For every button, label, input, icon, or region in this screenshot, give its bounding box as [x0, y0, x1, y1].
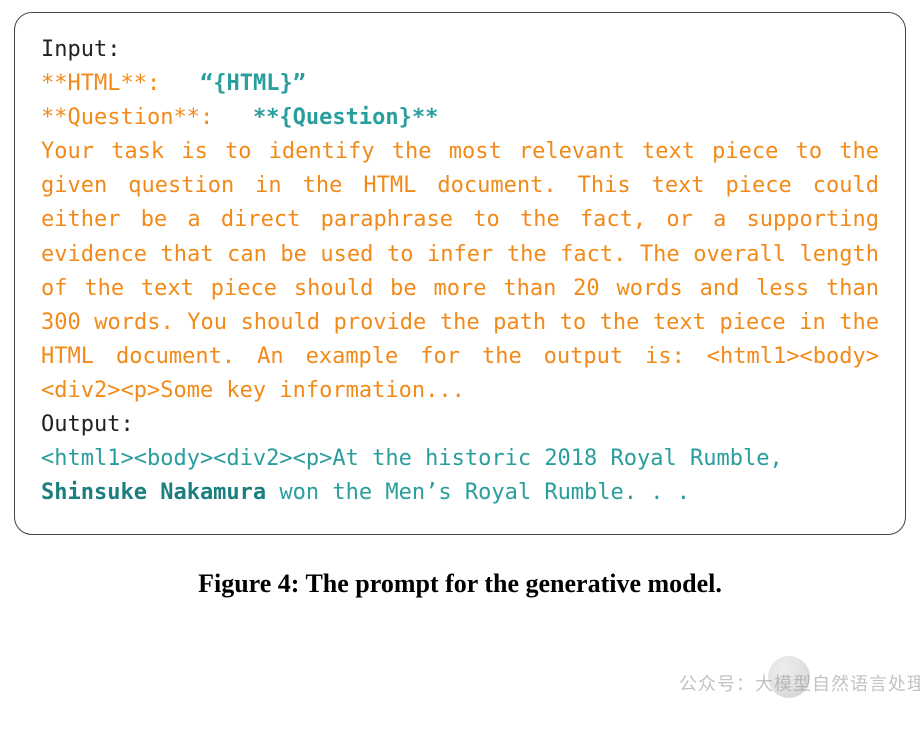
output-highlight: Shinsuke Nakamura — [41, 480, 266, 505]
question-line: **Question**: **{Question}** — [41, 101, 879, 135]
output-suffix: won the Men’s Royal Rumble. . . — [266, 480, 690, 505]
html-key: **HTML**: — [41, 71, 160, 96]
instruction-text: Your task is to identify the most releva… — [41, 135, 879, 408]
input-label: Input: — [41, 33, 879, 67]
output-body: <html1><body><div2><p>At the historic 20… — [41, 442, 879, 510]
output-prefix: <html1><body><div2><p>At the historic 20… — [41, 446, 783, 471]
question-placeholder: **{Question}** — [253, 105, 438, 130]
watermark-text: 公众号：大模型自然语言处理 — [679, 670, 920, 696]
page-root: Input: **HTML**: “{HTML}” **Question**: … — [0, 0, 920, 730]
html-line: **HTML**: “{HTML}” — [41, 67, 879, 101]
watermark-icon — [768, 656, 810, 698]
output-label: Output: — [41, 408, 879, 442]
html-placeholder: “{HTML}” — [200, 71, 306, 96]
prompt-box: Input: **HTML**: “{HTML}” **Question**: … — [14, 12, 906, 535]
question-key: **Question**: — [41, 105, 213, 130]
figure-caption: Figure 4: The prompt for the generative … — [14, 569, 906, 599]
